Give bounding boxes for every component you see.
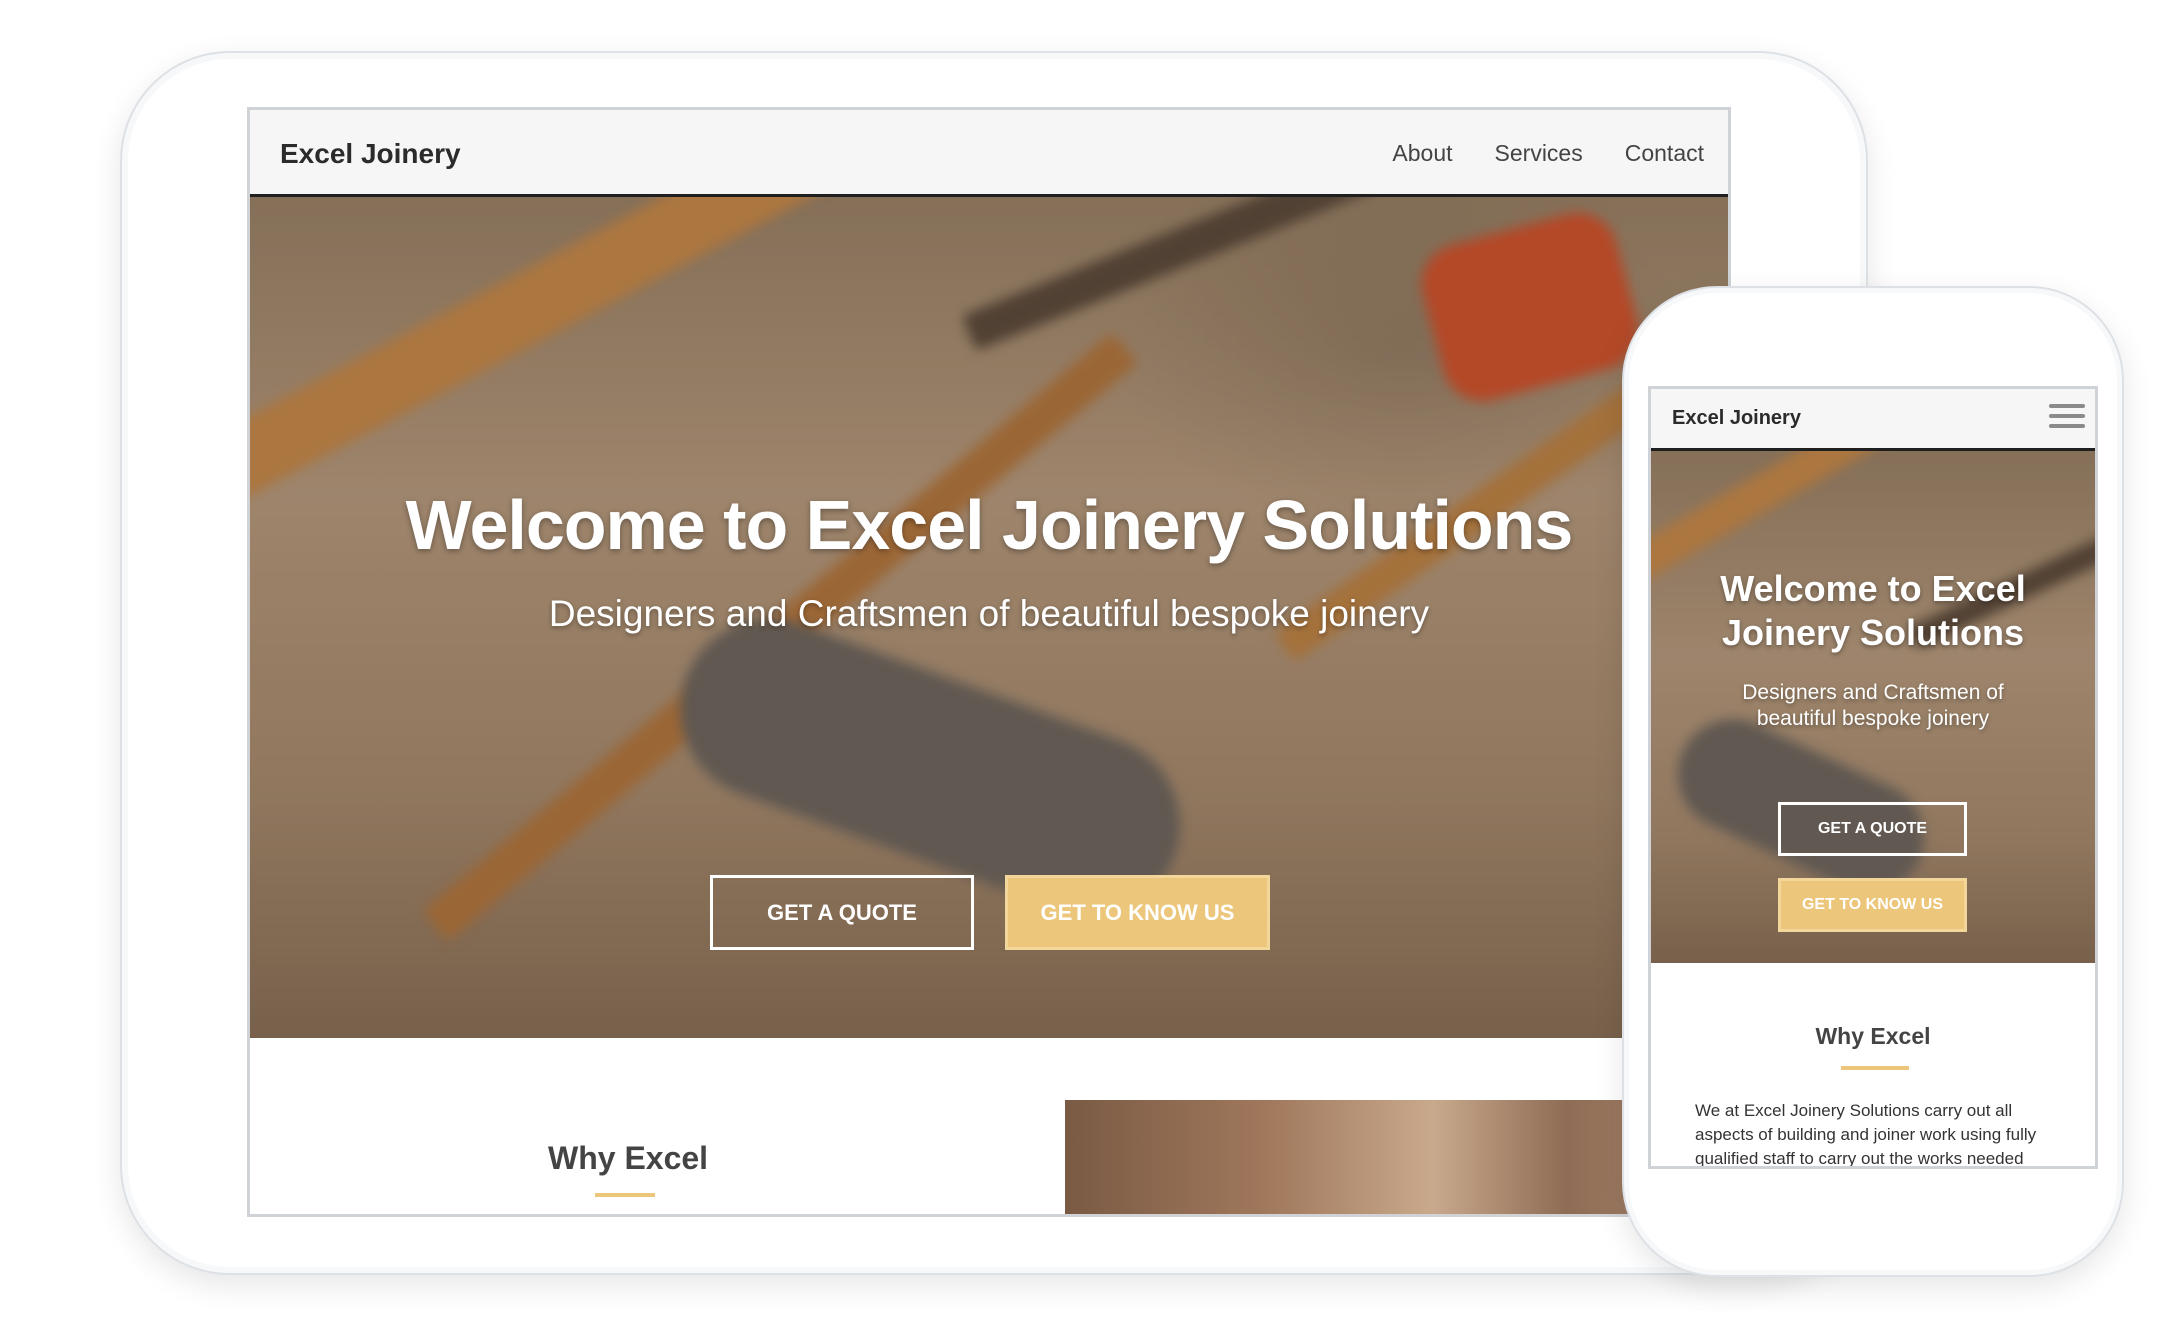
mobile-get-a-quote-button[interactable]: GET A QUOTE [1778, 802, 1967, 856]
heading-underline [595, 1193, 655, 1197]
tablet-screen: Excel Joinery About Services Contact Wel… [247, 107, 1731, 1217]
phone-screen: Excel Joinery Welcome to Excel Joinery S… [1648, 386, 2098, 1169]
nav-links: About Services Contact [1392, 140, 1704, 167]
navbar: Excel Joinery About Services Contact [250, 110, 1728, 197]
get-to-know-us-button[interactable]: GET TO KNOW US [1005, 875, 1270, 950]
mobile-hero-subtitle: Designers and Craftsmen of beautiful bes… [1742, 681, 2004, 730]
nav-link-services[interactable]: Services [1495, 140, 1583, 167]
nav-link-contact[interactable]: Contact [1625, 140, 1704, 167]
hero-title: Welcome to Excel Joinery Solutions [405, 486, 1574, 564]
hero-section: Welcome to Excel Joinery Solutions Desig… [250, 197, 1728, 1038]
mobile-hero-title: Welcome to Excel Joinery Solutions [1720, 568, 2026, 653]
mobile-why-excel-heading: Why Excel [1815, 1023, 1931, 1049]
mobile-why-excel-text: We at Excel Joinery Solutions carry out … [1695, 1101, 2037, 1168]
hero-subtitle: Designers and Craftsmen of beautiful bes… [548, 593, 1430, 634]
brand-logo[interactable]: Excel Joinery [280, 138, 461, 170]
mobile-navbar: Excel Joinery [1651, 389, 2095, 451]
mobile-hero-section: Welcome to Excel Joinery Solutions Desig… [1651, 451, 2095, 963]
why-excel-heading: Why Excel [548, 1140, 709, 1176]
get-a-quote-button[interactable]: GET A QUOTE [710, 875, 974, 950]
mobile-heading-underline [1841, 1066, 1909, 1070]
mobile-brand-logo[interactable]: Excel Joinery [1672, 407, 1801, 430]
nav-link-about[interactable]: About [1392, 140, 1452, 167]
mobile-get-to-know-us-button[interactable]: GET TO KNOW US [1778, 878, 1967, 932]
hamburger-menu-icon[interactable] [2049, 404, 2085, 432]
